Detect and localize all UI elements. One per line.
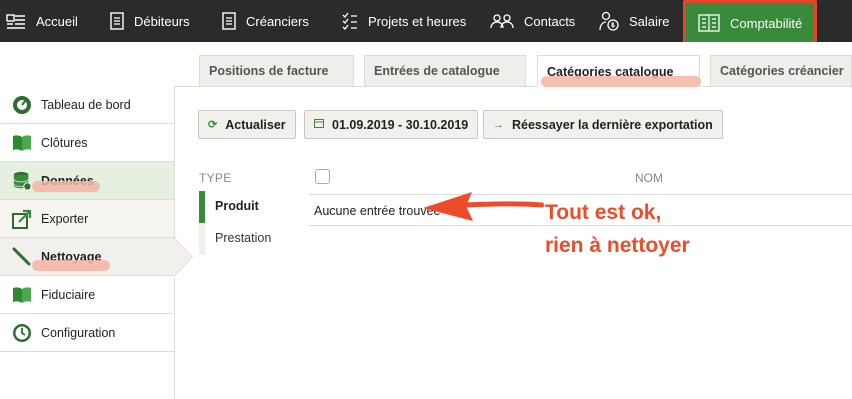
sidebar-item-exporter[interactable]: Exporter (0, 200, 174, 238)
database-icon (12, 171, 32, 191)
date-range-label: 01.09.2019 - 30.10.2019 (332, 117, 469, 132)
nav-item-debiteurs[interactable]: Débiteurs (110, 0, 190, 42)
sidebar-item-label: Configuration (41, 325, 116, 340)
sidebar-item-tableau-de-bord[interactable]: Tableau de bord (0, 86, 174, 124)
clock-icon (12, 323, 32, 343)
home-icon (6, 12, 26, 30)
tab-positions-facture[interactable]: Positions de facture (199, 55, 354, 86)
tab-categories-creancier[interactable]: Catégories créancier (710, 55, 852, 86)
calendar-icon (314, 118, 324, 131)
gauge-icon (12, 95, 32, 115)
annotation-arrow-icon (420, 185, 545, 230)
tab-label: Positions de facture (209, 64, 329, 78)
nav-label: Contacts (524, 13, 576, 29)
highlight-mark (32, 181, 100, 192)
retry-export-button[interactable]: → Réessayer la dernière exportation (483, 110, 723, 139)
refresh-icon: ⟳ (208, 119, 218, 131)
sidebar: Tableau de bord Clôtures Données Exporte… (0, 86, 175, 399)
salary-icon (599, 11, 619, 31)
refresh-button[interactable]: ⟳ Actualiser (198, 110, 296, 139)
nav-label: Comptabilité (730, 15, 803, 31)
type-column-header: TYPE (199, 171, 232, 185)
sidebar-item-label: Fiduciaire (41, 287, 96, 302)
nav-item-accueil[interactable]: Accueil (6, 0, 78, 42)
sidebar-item-label: Exporter (41, 211, 89, 226)
nav-item-projets[interactable]: Projets et heures (342, 0, 466, 42)
table-divider (309, 194, 852, 195)
nav-item-contacts[interactable]: Contacts (490, 0, 575, 42)
book-icon (12, 285, 32, 305)
type-filter-active-indicator (199, 191, 205, 223)
annotation-line-2: rien à nettoyer (545, 234, 690, 257)
nav-item-creanciers[interactable]: Créanciers (222, 0, 309, 42)
tab-label: Catégories créancier (720, 64, 844, 78)
sidebar-item-clotures[interactable]: Clôtures (0, 124, 174, 162)
column-header-nom: NOM (635, 171, 663, 185)
annotation-line-1: Tout est ok, (545, 201, 662, 224)
nav-label: Accueil (36, 13, 78, 29)
sidebar-item-label: Tableau de bord (41, 97, 131, 112)
retry-export-label: Réessayer la dernière exportation (512, 117, 713, 132)
ledger-icon (698, 14, 720, 32)
nav-label: Créanciers (246, 13, 309, 29)
broom-icon (12, 247, 32, 267)
book-icon (12, 133, 32, 153)
type-option-produit[interactable]: Produit (215, 199, 259, 213)
contacts-icon (490, 13, 514, 29)
highlight-mark (541, 76, 701, 87)
arrow-right-icon: → (493, 118, 504, 131)
sidebar-item-configuration[interactable]: Configuration (0, 314, 174, 352)
nav-label: Projets et heures (368, 13, 467, 29)
document-icon (110, 12, 124, 30)
sidebar-item-label: Clôtures (41, 135, 88, 150)
tab-label: Entrées de catalogue (374, 64, 500, 78)
checklist-icon (342, 12, 358, 30)
export-icon (12, 209, 32, 229)
nav-label: Débiteurs (134, 13, 190, 29)
nav-label: Salaire (629, 13, 670, 29)
tab-entrees-catalogue[interactable]: Entrées de catalogue (364, 55, 526, 86)
annotation-text: Tout est ok, rien à nettoyer (545, 196, 690, 262)
sidebar-active-pointer (174, 238, 192, 276)
highlight-mark (32, 260, 110, 271)
nav-item-comptabilite[interactable]: Comptabilité (683, 0, 818, 46)
document-icon (222, 12, 236, 30)
refresh-label: Actualiser (225, 117, 286, 132)
select-all-checkbox[interactable] (315, 169, 330, 184)
type-option-prestation[interactable]: Prestation (215, 231, 271, 245)
sidebar-item-fiduciaire[interactable]: Fiduciaire (0, 276, 174, 314)
top-navigation: Accueil Débiteurs Créanciers Projets et … (0, 0, 852, 46)
nav-item-salaire[interactable]: Salaire (599, 0, 669, 42)
date-range-button[interactable]: 01.09.2019 - 30.10.2019 (304, 110, 479, 139)
